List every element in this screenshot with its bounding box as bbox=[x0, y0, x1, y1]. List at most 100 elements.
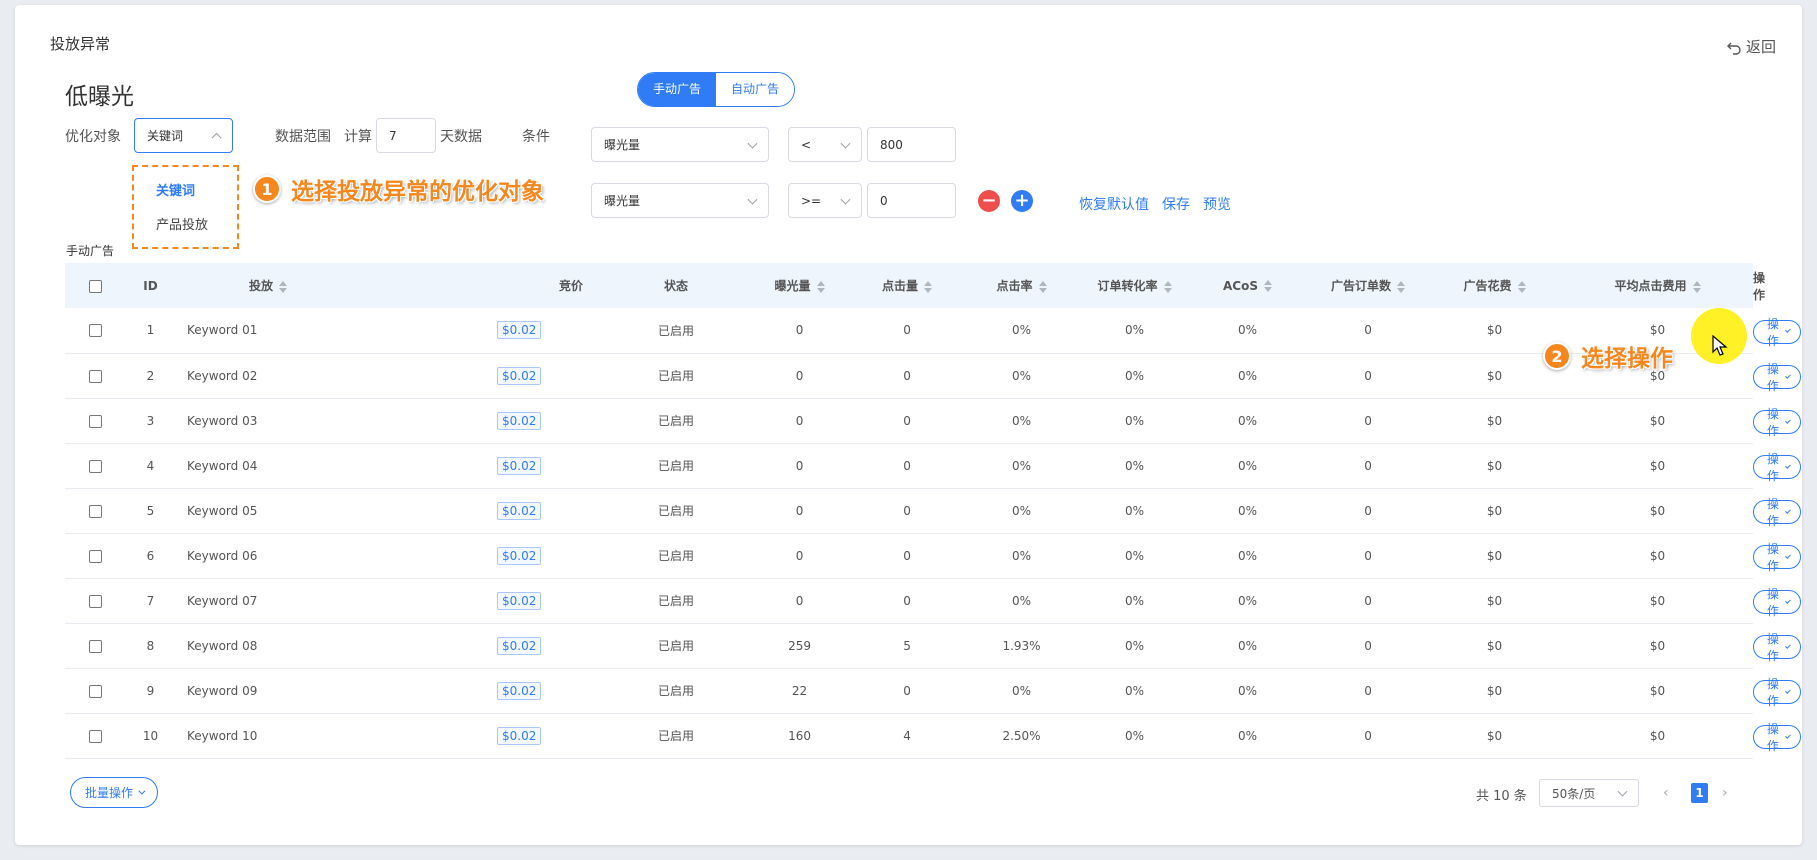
row-action-button[interactable]: 操作 bbox=[1753, 407, 1802, 438]
page-size-select[interactable]: 50条/页 bbox=[1539, 779, 1639, 807]
header-cvr[interactable]: 订单转化率 bbox=[1083, 263, 1187, 308]
row-checkbox[interactable] bbox=[89, 729, 102, 743]
row-action-button[interactable]: 操作 bbox=[1753, 677, 1802, 708]
header-orders[interactable]: 广告订单数 bbox=[1309, 263, 1428, 308]
cell-cpc: $0 bbox=[1562, 398, 1754, 444]
header-cpc[interactable]: 平均点击费用 bbox=[1562, 263, 1754, 308]
cell-bid: $0.02 bbox=[261, 353, 608, 399]
header-keyword[interactable]: 投放 bbox=[175, 263, 517, 308]
preview-link[interactable]: 预览 bbox=[1203, 194, 1231, 214]
operator-select-1[interactable]: < bbox=[788, 127, 862, 162]
remove-condition-button[interactable]: − bbox=[978, 190, 1000, 212]
cell-keyword: Keyword 09 bbox=[175, 668, 261, 714]
cell-bid: $0.02 bbox=[261, 488, 608, 534]
cell-id: 7 bbox=[126, 578, 175, 624]
prev-page-button[interactable]: ‹ bbox=[1663, 785, 1669, 801]
row-action-button[interactable]: 操作 bbox=[1753, 497, 1802, 528]
bid-value[interactable]: $0.02 bbox=[497, 321, 542, 340]
row-checkbox[interactable] bbox=[89, 324, 102, 338]
value-input-1[interactable]: 800 bbox=[867, 127, 956, 162]
bid-value[interactable]: $0.02 bbox=[497, 591, 542, 610]
sort-icon bbox=[1397, 280, 1406, 293]
batch-operation-button[interactable]: 批量操作 bbox=[70, 777, 159, 808]
row-action-button[interactable]: 操作 bbox=[1753, 632, 1802, 663]
add-condition-button[interactable]: + bbox=[1011, 190, 1033, 212]
row-checkbox[interactable] bbox=[89, 639, 102, 653]
tab-auto-ads[interactable]: 自动广告 bbox=[716, 73, 795, 106]
header-ctr[interactable]: 点击率 bbox=[960, 263, 1084, 308]
row-action-button[interactable]: 操作 bbox=[1753, 542, 1802, 573]
cell-clicks: 0 bbox=[854, 308, 961, 354]
dropdown-option-product[interactable]: 产品投放 bbox=[156, 214, 208, 233]
header-spend[interactable]: 广告花费 bbox=[1427, 263, 1563, 308]
sort-icon bbox=[1517, 280, 1526, 293]
reset-default-link[interactable]: 恢复默认值 bbox=[1079, 194, 1149, 214]
row-action-button[interactable]: 操作 bbox=[1753, 317, 1802, 348]
target-select[interactable]: 关键词 bbox=[134, 118, 233, 153]
cell-bid: $0.02 bbox=[261, 668, 608, 714]
cell-keyword: Keyword 04 bbox=[175, 443, 261, 489]
metric-select-1[interactable]: 曝光量 bbox=[591, 127, 769, 162]
row-action-button[interactable]: 操作 bbox=[1753, 722, 1802, 753]
cell-impressions: 0 bbox=[745, 308, 855, 354]
cell-bid: $0.02 bbox=[261, 308, 608, 354]
save-link[interactable]: 保存 bbox=[1162, 194, 1190, 214]
row-checkbox[interactable] bbox=[89, 684, 102, 698]
operator-select-2[interactable]: >= bbox=[788, 183, 862, 218]
days-input[interactable]: 7 bbox=[376, 118, 436, 153]
row-checkbox[interactable] bbox=[89, 369, 102, 383]
cell-keyword: Keyword 06 bbox=[175, 533, 261, 579]
header-orders-label: 广告订单数 bbox=[1331, 279, 1392, 293]
row-checkbox[interactable] bbox=[89, 459, 102, 473]
cell-status: 已启用 bbox=[607, 488, 746, 534]
row-action-button[interactable]: 操作 bbox=[1753, 587, 1802, 618]
cell-checkbox bbox=[65, 443, 126, 489]
cell-ctr: 0% bbox=[960, 578, 1084, 624]
bid-value[interactable]: $0.02 bbox=[497, 681, 542, 700]
chevron-down-icon bbox=[840, 194, 851, 205]
target-dropdown-menu: 关键词 产品投放 bbox=[132, 165, 239, 249]
bid-value[interactable]: $0.02 bbox=[497, 726, 542, 745]
row-checkbox[interactable] bbox=[89, 594, 102, 608]
cell-orders: 0 bbox=[1309, 398, 1428, 444]
next-page-button[interactable]: › bbox=[1722, 785, 1728, 801]
bid-value[interactable]: $0.02 bbox=[497, 456, 542, 475]
cell-id: 5 bbox=[126, 488, 175, 534]
row-checkbox[interactable] bbox=[89, 549, 102, 563]
cell-clicks: 4 bbox=[854, 713, 961, 759]
header-cvr-label: 订单转化率 bbox=[1097, 279, 1158, 293]
cell-acos: 0% bbox=[1186, 443, 1310, 489]
value-input-2[interactable]: 0 bbox=[867, 183, 956, 218]
row-action-button[interactable]: 操作 bbox=[1753, 362, 1802, 393]
page-number-current[interactable]: 1 bbox=[1691, 783, 1708, 803]
row-action-button[interactable]: 操作 bbox=[1753, 452, 1802, 483]
back-button[interactable]: 返回 bbox=[1726, 36, 1776, 57]
cell-spend: $0 bbox=[1427, 308, 1563, 354]
cell-cpc: $0 bbox=[1562, 488, 1754, 534]
header-acos[interactable]: ACoS bbox=[1186, 263, 1310, 308]
cell-clicks: 0 bbox=[854, 353, 961, 399]
table-row: 10 Keyword 10 $0.02 已启用 160 4 2.50% 0% 0% 0 $0 $0 操作 bbox=[65, 713, 1802, 759]
plus-circle-icon: + bbox=[1014, 190, 1030, 211]
cell-orders: 0 bbox=[1309, 443, 1428, 489]
metric-select-2[interactable]: 曝光量 bbox=[591, 183, 769, 218]
header-impressions[interactable]: 曝光量 bbox=[745, 263, 855, 308]
bid-value[interactable]: $0.02 bbox=[497, 546, 542, 565]
row-checkbox[interactable] bbox=[89, 504, 102, 518]
select-all-checkbox[interactable] bbox=[89, 279, 102, 293]
dropdown-option-keyword[interactable]: 关键词 bbox=[156, 180, 195, 199]
cell-id: 6 bbox=[126, 533, 175, 579]
sort-icon bbox=[1264, 280, 1272, 292]
header-id: ID bbox=[126, 263, 175, 308]
tab-manual-ads[interactable]: 手动广告 bbox=[638, 73, 717, 106]
bid-value[interactable]: $0.02 bbox=[497, 636, 542, 655]
header-bid: 竞价 bbox=[516, 263, 608, 308]
row-checkbox[interactable] bbox=[89, 414, 102, 428]
bid-value[interactable]: $0.02 bbox=[497, 366, 542, 385]
cell-keyword: Keyword 01 bbox=[175, 308, 261, 354]
header-clicks[interactable]: 点击量 bbox=[854, 263, 961, 308]
bid-value[interactable]: $0.02 bbox=[497, 411, 542, 430]
chevron-down-icon bbox=[1784, 642, 1791, 649]
chevron-down-icon bbox=[1784, 327, 1791, 334]
bid-value[interactable]: $0.02 bbox=[497, 501, 542, 520]
